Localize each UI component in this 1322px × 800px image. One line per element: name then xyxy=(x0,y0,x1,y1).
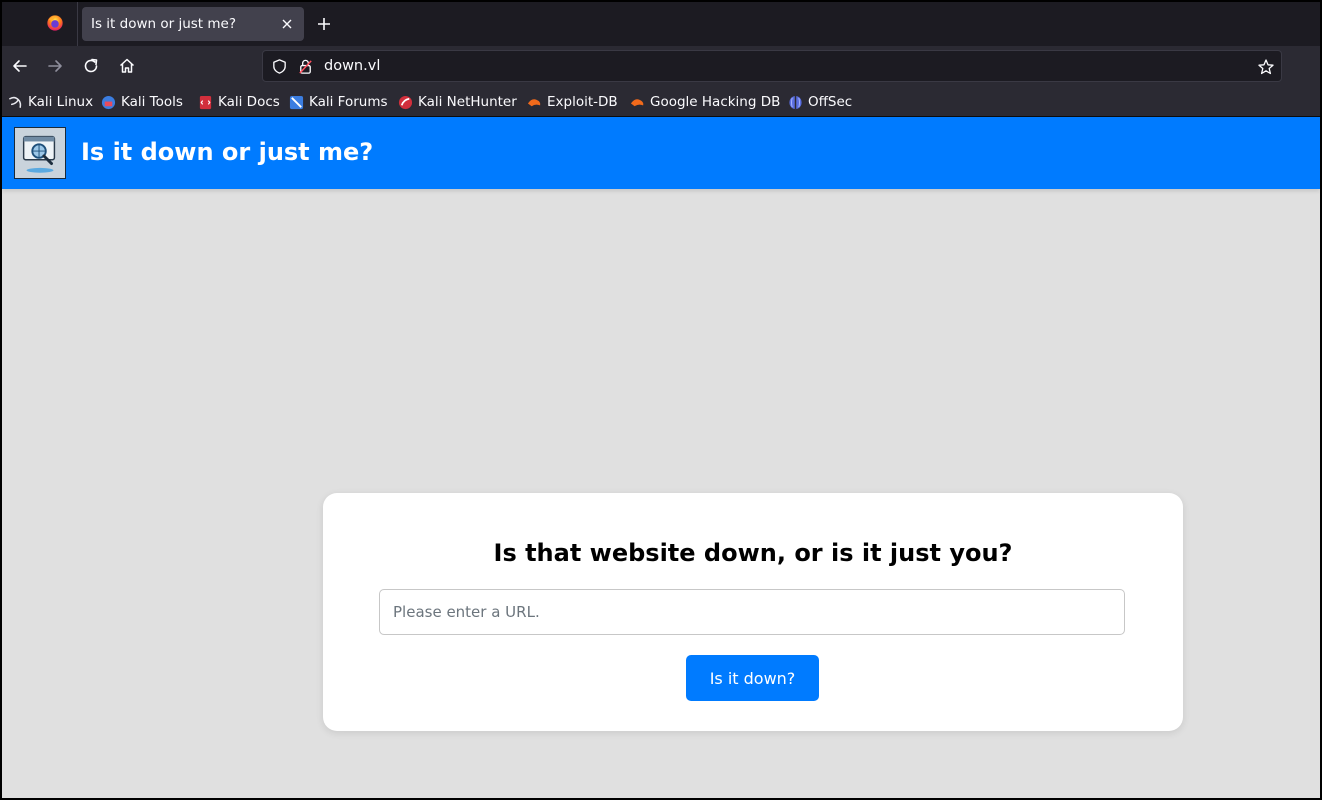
firefox-view-pane[interactable] xyxy=(2,2,78,46)
close-tab-icon[interactable] xyxy=(280,17,294,31)
reload-icon[interactable] xyxy=(81,56,101,76)
site-logo-magnifier-icon xyxy=(14,127,66,179)
bookmark-kali-linux[interactable]: Kali Linux xyxy=(8,93,93,111)
browser-window: Is it down or just me? down.vl Kali Linu… xyxy=(0,0,1322,800)
new-tab-plus-icon[interactable] xyxy=(315,15,333,33)
bookmark-kali-nethunter[interactable]: Kali NetHunter xyxy=(398,93,517,111)
forward-arrow-icon[interactable] xyxy=(45,56,65,76)
bookmarks-toolbar: Kali Linux Kali Tools Kali Docs Kali For… xyxy=(2,86,1320,117)
google-hacking-db-icon xyxy=(630,98,644,106)
insecure-lock-icon[interactable] xyxy=(297,58,314,75)
exploit-db-icon xyxy=(527,98,541,106)
bookmark-star-icon[interactable] xyxy=(1257,58,1275,76)
firefox-logo-icon[interactable] xyxy=(46,14,64,32)
bookmark-kali-forums[interactable]: Kali Forums xyxy=(289,93,388,111)
site-header: Is it down or just me? xyxy=(2,117,1320,189)
url-text[interactable]: down.vl xyxy=(324,58,380,74)
check-website-card: Is that website down, or is it just you?… xyxy=(323,493,1183,731)
tab-active[interactable]: Is it down or just me? xyxy=(82,7,304,41)
url-input[interactable] xyxy=(379,589,1125,635)
tab-strip: Is it down or just me? xyxy=(2,2,1320,46)
is-it-down-button[interactable]: Is it down? xyxy=(686,655,819,701)
kali-docs-icon xyxy=(199,95,212,109)
bookmark-kali-tools[interactable]: Kali Tools xyxy=(101,93,183,111)
tracking-protection-shield-icon[interactable] xyxy=(271,58,288,75)
kali-nethunter-icon xyxy=(398,95,413,109)
kali-tools-icon xyxy=(101,95,116,109)
navigation-toolbar: down.vl xyxy=(2,46,1320,86)
offsec-icon xyxy=(789,95,802,109)
bookmark-google-hacking-db[interactable]: Google Hacking DB xyxy=(630,93,780,111)
home-icon[interactable] xyxy=(117,56,137,76)
bookmark-offsec[interactable]: OffSec xyxy=(788,93,852,111)
bookmark-exploit-db[interactable]: Exploit-DB xyxy=(527,93,618,111)
card-heading: Is that website down, or is it just you? xyxy=(493,539,1013,567)
back-arrow-icon[interactable] xyxy=(10,56,30,76)
kali-forums-icon xyxy=(289,95,304,109)
page-viewport: Is it down or just me? Is that website d… xyxy=(2,117,1320,798)
tab-title: Is it down or just me? xyxy=(91,16,237,32)
site-title: Is it down or just me? xyxy=(81,138,374,166)
address-bar[interactable]: down.vl xyxy=(262,50,1282,82)
kali-dragon-icon xyxy=(9,96,22,108)
bookmark-kali-docs[interactable]: Kali Docs xyxy=(198,93,280,111)
